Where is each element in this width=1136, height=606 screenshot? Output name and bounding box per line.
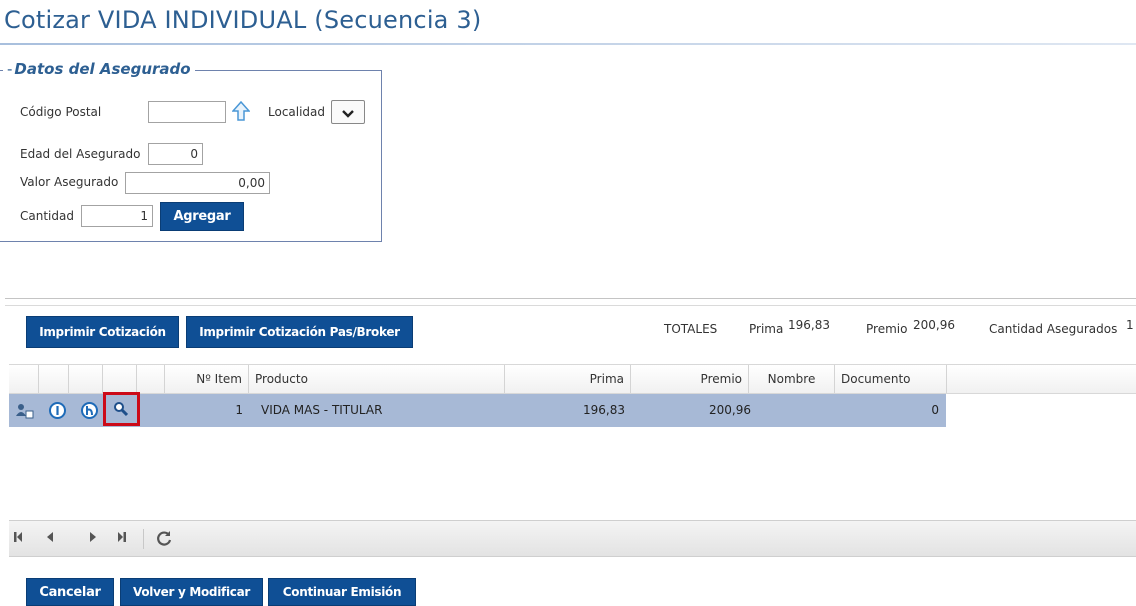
agregar-button[interactable]: Agregar: [160, 202, 244, 231]
codigo-postal-input[interactable]: [148, 101, 226, 123]
valor-asegurado-input[interactable]: [125, 172, 270, 194]
imprimir-cotizacion-button[interactable]: Imprimir Cotización: [26, 316, 179, 348]
column-header-prima[interactable]: Prima: [505, 365, 631, 393]
asegurado-legend: - Datos del Asegurado: [3, 60, 195, 78]
header-action-cell: [69, 365, 103, 393]
totales-label: TOTALES: [664, 322, 718, 336]
cantidad-asegurados-label: Cantidad Asegurados: [989, 322, 1118, 336]
cell-prima: 196,83: [583, 403, 625, 417]
cell-documento: 0: [931, 403, 939, 417]
header-action-cell: [39, 365, 69, 393]
header-action-cell: [103, 365, 137, 393]
prima-total-label: Prima: [749, 322, 784, 336]
localidad-select[interactable]: [331, 100, 365, 124]
header-action-cell: [137, 365, 165, 393]
column-header-nombre[interactable]: Nombre: [749, 365, 835, 393]
pager-bar: [9, 520, 1136, 557]
page-title: Cotizar VIDA INDIVIDUAL (Secuencia 3): [4, 6, 482, 34]
highlight-box: [103, 392, 140, 426]
asegurado-legend-text: Datos del Asegurado: [14, 60, 191, 78]
refresh-icon[interactable]: [156, 530, 172, 550]
edad-label: Edad del Asegurado: [20, 147, 141, 161]
cell-producto: VIDA MAS - TITULAR: [261, 403, 383, 417]
column-header-premio[interactable]: Premio: [631, 365, 749, 393]
pager-separator: [143, 529, 144, 549]
history-icon[interactable]: [81, 402, 98, 423]
first-page-icon[interactable]: [13, 531, 25, 547]
header-action-cell: [9, 365, 39, 393]
cantidad-label: Cantidad: [20, 209, 74, 223]
title-divider: [0, 43, 1136, 45]
premio-total-label: Premio: [866, 322, 908, 336]
section-divider: [5, 298, 1136, 306]
lookup-arrow-icon[interactable]: [231, 100, 251, 121]
edit-users-icon[interactable]: [16, 403, 34, 423]
cell-premio: 200,96: [709, 403, 751, 417]
premio-total-value: 200,96: [913, 318, 955, 332]
prev-page-icon[interactable]: [45, 531, 55, 547]
column-header-producto[interactable]: Producto: [249, 365, 505, 393]
last-page-icon[interactable]: [115, 531, 127, 547]
prima-total-value: 196,83: [788, 318, 830, 332]
edad-input[interactable]: [148, 143, 203, 165]
grid-header: Nº Item Producto Prima Premio Nombre Doc…: [9, 364, 1136, 394]
cantidad-asegurados-value: 1: [1126, 318, 1134, 332]
codigo-postal-label: Código Postal: [20, 105, 102, 119]
table-row[interactable]: 1 VIDA MAS - TITULAR 196,83 200,96 0: [9, 394, 946, 427]
column-header-documento[interactable]: Documento: [835, 365, 947, 393]
cell-nombre: [749, 394, 835, 427]
next-page-icon[interactable]: [88, 531, 98, 547]
localidad-label: Localidad: [268, 105, 326, 119]
imprimir-broker-button[interactable]: Imprimir Cotización Pas/Broker: [186, 316, 413, 348]
cell-item: 1: [235, 403, 243, 417]
chevron-down-icon: [342, 103, 354, 122]
info-icon[interactable]: [49, 402, 66, 423]
cantidad-input[interactable]: [81, 205, 153, 227]
valor-asegurado-label: Valor Asegurado: [20, 175, 119, 189]
column-header-item[interactable]: Nº Item: [165, 365, 249, 393]
